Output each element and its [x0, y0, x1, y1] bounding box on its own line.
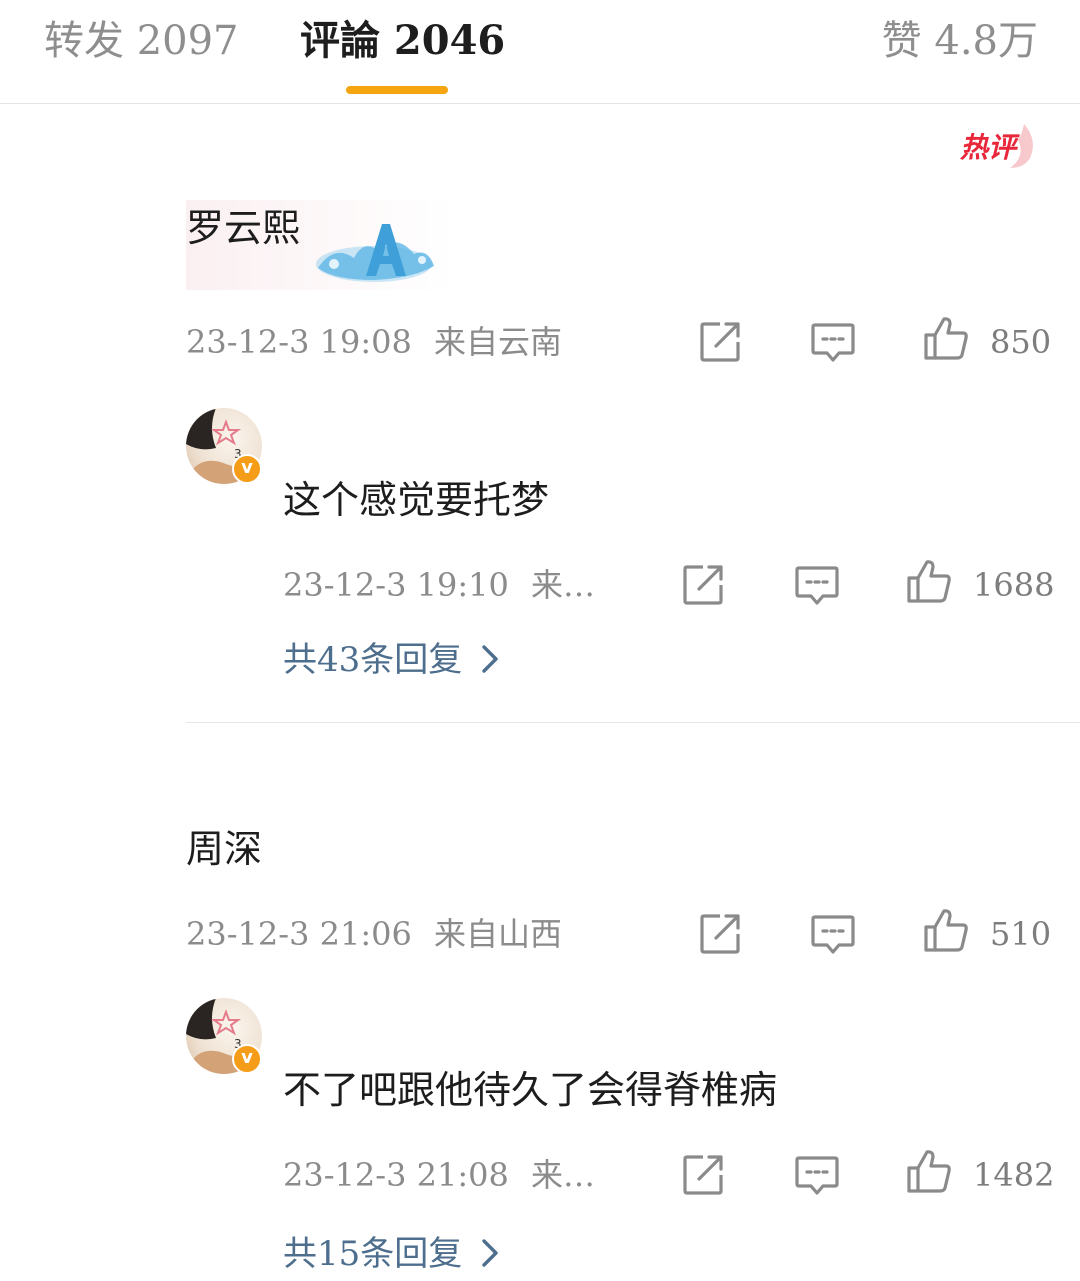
share-icon[interactable]: [698, 912, 742, 956]
like-count: 1482: [973, 1156, 1055, 1194]
hot-comment-label: 热评: [960, 131, 1017, 164]
share-icon[interactable]: [698, 320, 742, 364]
reply-text: 不了吧跟他待久了会得脊椎病: [283, 1068, 778, 1112]
thumbs-up-icon[interactable]: [922, 314, 970, 362]
comment-icon[interactable]: [794, 563, 840, 607]
thumbs-up-icon[interactable]: [922, 906, 970, 954]
tab-like[interactable]: 赞 4.8万: [882, 16, 1038, 66]
tab-comment[interactable]: 评論 2046: [300, 16, 505, 66]
comment-meta: 23-12-3 21:06 来自山西: [186, 914, 562, 954]
header-divider: [0, 103, 1080, 104]
reply-meta: 23-12-3 21:08 来…: [283, 1155, 595, 1195]
comment-icon[interactable]: [794, 1153, 840, 1197]
comment-meta: 23-12-3 19:08 来自云南: [186, 322, 562, 362]
view-replies-link[interactable]: 共15条回复: [283, 1232, 500, 1276]
view-replies-label: 共15条回复: [283, 1234, 463, 1274]
share-icon[interactable]: [681, 563, 725, 607]
verified-badge-icon: v: [232, 1044, 262, 1074]
comment-location: 来自山西: [433, 915, 562, 953]
reply-meta: 23-12-3 19:10 来…: [283, 565, 595, 605]
commenter-name[interactable]: 周深: [186, 825, 262, 873]
comment-icon[interactable]: [810, 912, 856, 956]
comment-time: 23-12-3 19:08: [186, 323, 412, 361]
comment-divider: [186, 722, 1080, 723]
share-icon[interactable]: [681, 1153, 725, 1197]
reply-time: 23-12-3 19:10: [283, 566, 509, 604]
comment-time: 23-12-3 21:06: [186, 915, 412, 953]
vip-badge-icon: [304, 218, 438, 292]
verified-badge-icon: v: [232, 454, 262, 484]
comment-location: 来自云南: [433, 323, 562, 361]
hot-comment-badge: 热评: [960, 124, 1038, 168]
reply-text: 这个感觉要托梦: [283, 478, 550, 522]
reply-time: 23-12-3 21:08: [283, 1156, 509, 1194]
reply-location: 来…: [530, 1156, 595, 1194]
commenter-name[interactable]: 罗云熙: [186, 204, 300, 252]
thumbs-up-icon[interactable]: [905, 1147, 953, 1195]
like-count: 510: [990, 915, 1052, 953]
view-replies-label: 共43条回复: [283, 640, 463, 680]
comment-icon[interactable]: [810, 320, 856, 364]
thumbs-up-icon[interactable]: [905, 557, 953, 605]
reply-location: 来…: [530, 566, 595, 604]
tab-repost[interactable]: 转发 2097: [44, 16, 239, 66]
like-count: 1688: [973, 566, 1055, 604]
view-replies-link[interactable]: 共43条回复: [283, 638, 500, 682]
like-count: 850: [990, 323, 1052, 361]
active-tab-underline: [346, 86, 448, 94]
chevron-right-icon: [480, 1232, 500, 1276]
chevron-right-icon: [480, 638, 500, 682]
